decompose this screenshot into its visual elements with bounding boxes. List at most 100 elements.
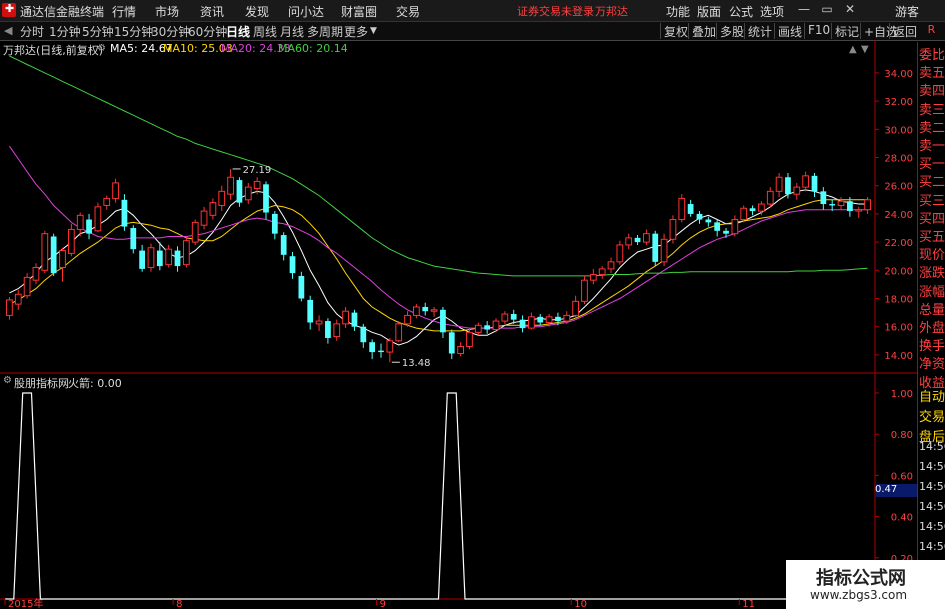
period-weekly[interactable]: 周线 <box>253 23 277 40</box>
candle-body-down <box>749 208 756 212</box>
menu-trade[interactable]: 交易 <box>396 3 420 20</box>
panel-toggle-r[interactable]: R <box>918 23 945 39</box>
candle-body-down <box>705 219 712 223</box>
candle-body-up <box>616 244 624 263</box>
login-notice[interactable]: 证券交易未登录 <box>517 3 594 19</box>
candle-body-up <box>342 310 349 325</box>
candle-body-up <box>793 186 801 195</box>
menu-formula[interactable]: 公式 <box>729 3 753 20</box>
candle-body-up <box>457 345 464 354</box>
candle-body-down <box>307 299 314 323</box>
indicator-tick-label: 0.60 <box>891 471 913 482</box>
candle-body-up <box>528 316 535 329</box>
period-daily[interactable]: 日线 <box>226 23 250 40</box>
menu-options[interactable]: 选项 <box>760 3 784 20</box>
candle-body-up <box>147 247 155 268</box>
candle-body-up <box>607 261 615 270</box>
candle-body-down <box>785 177 791 195</box>
candlestick-chart[interactable]: 27.19 13.48 34.00 32.00 30.00 28.00 26.00 24.0… <box>0 40 917 609</box>
menu-layout[interactable]: 版面 <box>697 3 721 20</box>
menu-news[interactable]: 资讯 <box>200 3 224 20</box>
more-chevron-down-icon[interactable]: ▼ <box>370 26 377 36</box>
menu-quotes[interactable]: 行情 <box>112 3 136 20</box>
candle-body-up <box>244 186 252 201</box>
indicator-settings-icon[interactable]: ⚙ <box>3 375 12 386</box>
expand-icon[interactable]: ◀ <box>4 24 12 37</box>
tool-mark[interactable]: 标记 <box>831 23 862 39</box>
period-multi[interactable]: 多周期 <box>307 23 343 40</box>
candle-body-up <box>23 276 31 297</box>
tool-drawline[interactable]: 画线 <box>774 23 805 39</box>
candle-body-up <box>94 206 102 232</box>
side-panel-item: 涨幅 <box>919 284 945 300</box>
candle-body-down <box>537 316 544 323</box>
side-panel-item: 卖五 <box>919 66 945 82</box>
period-timeshare[interactable]: 分时 <box>20 23 44 40</box>
candle-body-up <box>766 190 774 205</box>
candle-body-down <box>484 325 491 330</box>
period-more[interactable]: 更多 <box>344 23 368 40</box>
indicator-line-rocket <box>5 392 873 600</box>
time-tick-label: 9 <box>380 599 386 609</box>
candle-body-down <box>555 316 561 322</box>
period-5min[interactable]: 5分钟 <box>82 23 114 40</box>
watermark: 指标公式网 www.zbgs3.com <box>786 560 945 609</box>
period-15min[interactable]: 15分钟 <box>114 23 153 40</box>
candle-body-up <box>864 199 871 211</box>
candle-body-up <box>218 190 226 206</box>
candle-body-down <box>687 204 694 214</box>
menu-function[interactable]: 功能 <box>666 3 690 20</box>
maximize-icon[interactable]: ▭ <box>818 2 836 18</box>
side-panel-item: 卖二 <box>919 120 945 136</box>
tool-multistock[interactable]: 多股 <box>716 23 747 39</box>
candle-body-up <box>474 324 482 333</box>
candle-body-up <box>466 331 473 347</box>
tool-stats[interactable]: 统计 <box>744 23 775 39</box>
candle-body-up <box>404 314 411 325</box>
menu-ask[interactable]: 问小达 <box>288 3 324 20</box>
side-panel-item: 换手 <box>919 339 945 355</box>
watermark-url: www.zbgs3.com <box>810 588 908 602</box>
candle-body-down <box>50 236 57 274</box>
menu-bar: ✚ 通达信金融终端 行情 市场 资讯 发现 问小达 财富圈 交易 证券交易未登录… <box>0 0 945 22</box>
candle-body-down <box>86 219 92 234</box>
menu-wealth[interactable]: 财富圈 <box>341 3 377 20</box>
candle-body-up <box>837 200 845 206</box>
tool-overlay[interactable]: 叠加 <box>688 23 719 39</box>
cursor-value-badge: 0.47 <box>875 484 917 497</box>
candle-body-up <box>76 214 84 230</box>
candle-body-up <box>492 320 500 331</box>
indicator-name: 股朋指标网 <box>14 377 69 390</box>
candle-body-up <box>643 233 650 243</box>
period-60min[interactable]: 60分钟 <box>188 23 227 40</box>
watermark-title: 指标公式网 <box>816 568 906 589</box>
price-tick-label: 30.00 <box>884 125 913 136</box>
app-logo-icon: ✚ <box>2 2 16 17</box>
tool-adjust[interactable]: 复权 <box>660 23 691 39</box>
candle-body-down <box>360 326 367 343</box>
candle-body-up <box>112 182 119 199</box>
menu-discover[interactable]: 发现 <box>245 3 269 20</box>
candle-body-up <box>6 299 13 316</box>
price-tick-label: 28.00 <box>884 154 913 165</box>
price-annotation: 13.48 <box>402 358 431 369</box>
candle-body-up <box>200 210 208 226</box>
close-icon[interactable]: ✕ <box>841 2 859 18</box>
price-tick-label: 34.00 <box>884 69 913 80</box>
indicator-value: 火箭: 0.00 <box>68 377 122 390</box>
minimize-icon[interactable]: — <box>795 2 813 18</box>
ma-line-ma20 <box>8 145 868 329</box>
price-tick-label: 32.00 <box>884 97 913 108</box>
candle-body-up <box>572 300 580 316</box>
candle-body-down <box>448 332 455 354</box>
menu-market[interactable]: 市场 <box>155 3 179 20</box>
side-panel-item: 14:56 <box>919 540 945 553</box>
guest-user[interactable]: 游客 <box>895 3 919 20</box>
time-tick-label: 10 <box>574 599 587 609</box>
period-monthly[interactable]: 月线 <box>280 23 304 40</box>
period-30min[interactable]: 30分钟 <box>151 23 190 40</box>
tool-f10[interactable]: F10 <box>804 23 833 39</box>
period-1min[interactable]: 1分钟 <box>49 23 81 40</box>
candle-body-down <box>139 250 146 269</box>
tool-back[interactable]: 返回 <box>889 23 920 39</box>
